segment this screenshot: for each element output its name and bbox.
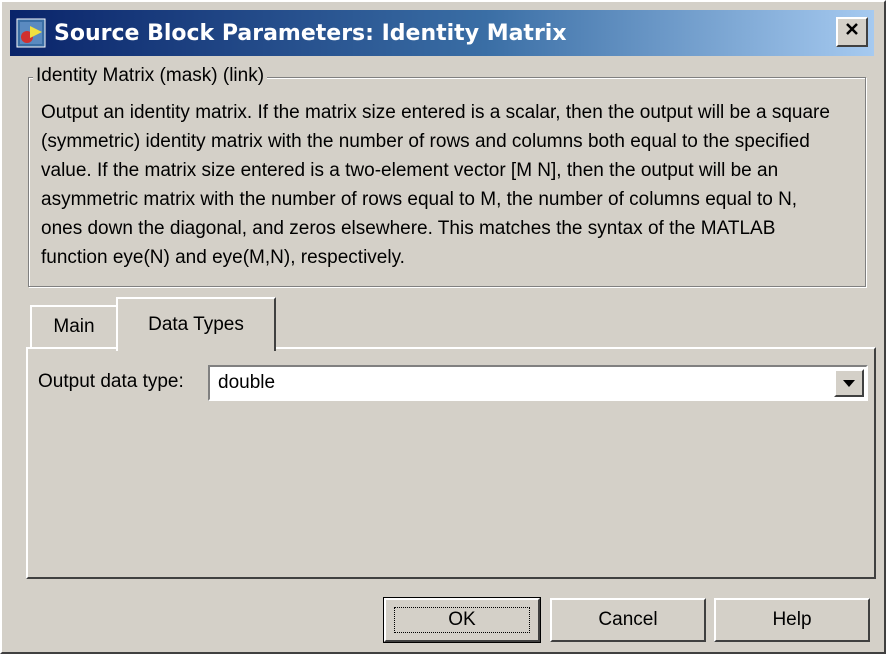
- tab-data-types[interactable]: Data Types: [116, 297, 276, 351]
- focus-rect: [394, 607, 530, 633]
- close-icon: [844, 21, 860, 43]
- cancel-button[interactable]: Cancel: [550, 598, 706, 642]
- output-data-type-value: double: [218, 372, 276, 393]
- chevron-down-icon: [842, 372, 856, 394]
- dropdown-button[interactable]: [834, 369, 864, 397]
- tab-main-label: Main: [53, 316, 95, 337]
- window-title: Source Block Parameters: Identity Matrix: [54, 20, 567, 46]
- cancel-label: Cancel: [598, 609, 658, 630]
- block-description: Output an identity matrix. If the matrix…: [41, 102, 830, 268]
- block-description-group: Identity Matrix (mask) (link) Output an …: [28, 65, 866, 287]
- title-bar[interactable]: Source Block Parameters: Identity Matrix: [10, 10, 874, 56]
- help-button[interactable]: Help: [714, 598, 870, 642]
- tab-main[interactable]: Main: [30, 305, 118, 347]
- group-legend: Identity Matrix (mask) (link): [33, 65, 268, 87]
- tab-data-types-label: Data Types: [148, 314, 244, 335]
- simulink-block-icon: [16, 18, 46, 48]
- close-button[interactable]: [836, 17, 868, 47]
- help-label: Help: [772, 609, 812, 630]
- tab-panel: Output data type: double: [26, 347, 876, 579]
- output-data-type-select[interactable]: double: [208, 365, 868, 401]
- ok-button[interactable]: OK: [383, 597, 541, 643]
- dialog-window: Source Block Parameters: Identity Matrix…: [0, 0, 886, 654]
- output-data-type-label: Output data type:: [38, 371, 184, 392]
